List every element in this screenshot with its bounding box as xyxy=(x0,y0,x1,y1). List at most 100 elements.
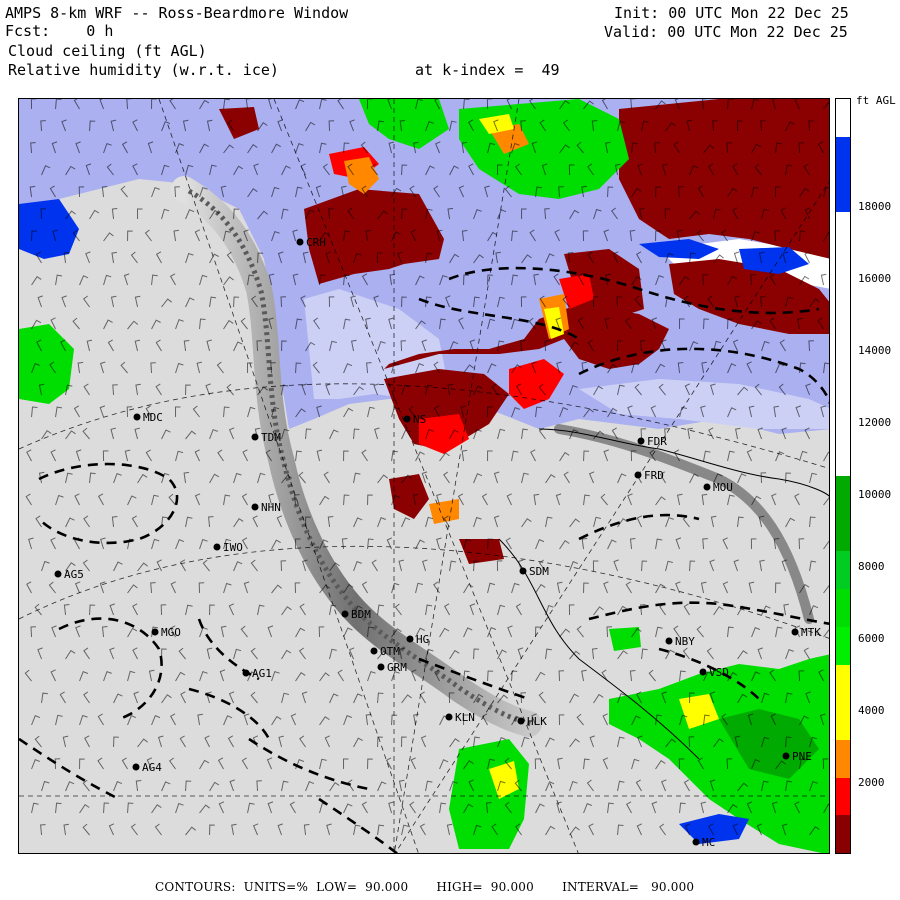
contours-label: CONTOURS: xyxy=(155,880,236,894)
k-index-label: at k-index = xyxy=(415,61,524,79)
station-label: FRD xyxy=(644,469,664,482)
colorbar-segment xyxy=(836,513,850,553)
colorbar-segment xyxy=(836,664,850,704)
valid-value: 00 UTC Mon 22 Dec 25 xyxy=(667,23,848,41)
station-label: NHN xyxy=(261,501,281,514)
colorbar-segment xyxy=(836,815,850,853)
colorbar-segment xyxy=(836,400,850,440)
forecast-hour: Fcst: 0 h xyxy=(5,22,113,40)
station-marker xyxy=(132,763,140,771)
colorbar-segment xyxy=(836,476,850,515)
station-marker xyxy=(251,503,259,511)
station-marker xyxy=(445,713,453,721)
init-label: Init: xyxy=(614,4,660,22)
station-label: VSD xyxy=(709,666,729,679)
station-marker xyxy=(703,483,711,491)
station-marker xyxy=(370,647,378,655)
station-label: CRH xyxy=(306,236,326,249)
station-label: HLK xyxy=(527,715,547,728)
map-title: AMPS 8-km WRF -- Ross-Beardmore Window xyxy=(5,4,349,22)
station-label: SDM xyxy=(529,565,549,578)
station-label: AG5 xyxy=(64,568,84,581)
station-marker xyxy=(54,570,62,578)
station-marker xyxy=(791,628,799,636)
colorbar-segment xyxy=(836,136,850,176)
map-canvas: CRH MDC TDM NHN IWO AG5 MGO BDM AG1 OTM GRM HG KLN HL… xyxy=(19,99,829,853)
station-label: MTK xyxy=(801,626,821,639)
station-marker xyxy=(213,543,221,551)
station-label: PNE xyxy=(792,750,812,763)
colorbar-segment xyxy=(836,551,850,591)
contour-footer: CONTOURS: UNITS=% LOW= 90.000 HIGH= 90.0… xyxy=(155,880,694,894)
station-label: OTM xyxy=(380,645,400,658)
colorbar-tick-label: 18000 xyxy=(858,200,892,213)
colorbar-unit: ft AGL xyxy=(856,94,896,107)
colorbar xyxy=(835,98,851,854)
colorbar-segment xyxy=(836,626,850,666)
station-marker xyxy=(296,238,304,246)
station-label: MC xyxy=(702,836,715,849)
colorbar-segment xyxy=(836,438,850,477)
colorbar-segment xyxy=(836,362,850,402)
station-marker xyxy=(251,433,259,441)
station-marker xyxy=(406,635,414,643)
init-time: Init: 00 UTC Mon 22 Dec 25 xyxy=(614,4,849,22)
station-marker xyxy=(692,838,700,846)
station-marker xyxy=(341,610,349,618)
fcst-label: Fcst: xyxy=(5,22,51,40)
colorbar-tick-label: 10000 xyxy=(858,488,892,501)
station-label: GRM xyxy=(387,661,407,674)
init-value: 00 UTC Mon 22 Dec 25 xyxy=(668,4,849,22)
station-marker xyxy=(782,752,790,760)
station-label: MDC xyxy=(143,411,163,424)
station-marker xyxy=(519,567,527,575)
station-marker xyxy=(377,663,385,671)
ceiling-6000-region xyxy=(449,739,529,849)
station-label: HG xyxy=(416,633,429,646)
station-label: AG1 xyxy=(252,667,272,680)
station-marker xyxy=(242,669,250,677)
interval-value: 90.000 xyxy=(651,880,695,894)
station-label: MGO xyxy=(161,626,181,639)
station-label: BDM xyxy=(351,608,371,621)
colorbar-segment xyxy=(836,739,850,779)
station-label: AG4 xyxy=(142,761,162,774)
colorbar-tick-label: 8000 xyxy=(858,560,885,573)
fcst-value: 0 h xyxy=(86,22,114,40)
map-panel: CRH MDC TDM NHN IWO AG5 MGO BDM AG1 OTM GRM HG KLN HL… xyxy=(18,98,830,854)
station-marker xyxy=(133,413,141,421)
colorbar-segment xyxy=(836,325,850,364)
station-label: TDM xyxy=(261,431,281,444)
field-1-name: Cloud ceiling (ft AGL) xyxy=(8,42,207,60)
colorbar-segment xyxy=(836,174,850,214)
station-label: IWO xyxy=(223,541,243,554)
colorbar-segment xyxy=(836,249,850,289)
high-label: HIGH= xyxy=(436,880,483,894)
station-label: KLN xyxy=(455,711,475,724)
station-marker xyxy=(403,415,411,423)
colorbar-segment xyxy=(836,777,850,817)
colorbar-tick-label: 4000 xyxy=(858,704,885,717)
low-value: 90.000 xyxy=(365,880,409,894)
colorbar-segment xyxy=(836,99,850,138)
valid-label: Valid: xyxy=(604,23,659,41)
colorbar-segment xyxy=(836,212,850,251)
station-marker xyxy=(151,628,159,636)
colorbar-segment xyxy=(836,702,850,741)
station-marker xyxy=(634,471,642,479)
colorbar-segment xyxy=(836,287,850,327)
colorbar-tick-label: 14000 xyxy=(858,344,892,357)
field-2-name: Relative humidity (w.r.t. ice) xyxy=(8,61,279,79)
valid-time: Valid: 00 UTC Mon 22 Dec 25 xyxy=(604,23,848,41)
colorbar-tick-label: 2000 xyxy=(858,776,885,789)
station-label: NBY xyxy=(675,635,695,648)
station-marker xyxy=(665,637,673,645)
station-label: NS xyxy=(413,413,426,426)
high-value: 90.000 xyxy=(490,880,534,894)
station-label: MOU xyxy=(713,481,733,494)
interval-label: INTERVAL= xyxy=(562,880,640,894)
colorbar-tick-label: 12000 xyxy=(858,416,892,429)
station-marker xyxy=(637,437,645,445)
station-marker xyxy=(517,717,525,725)
k-index-value: 49 xyxy=(541,61,560,79)
